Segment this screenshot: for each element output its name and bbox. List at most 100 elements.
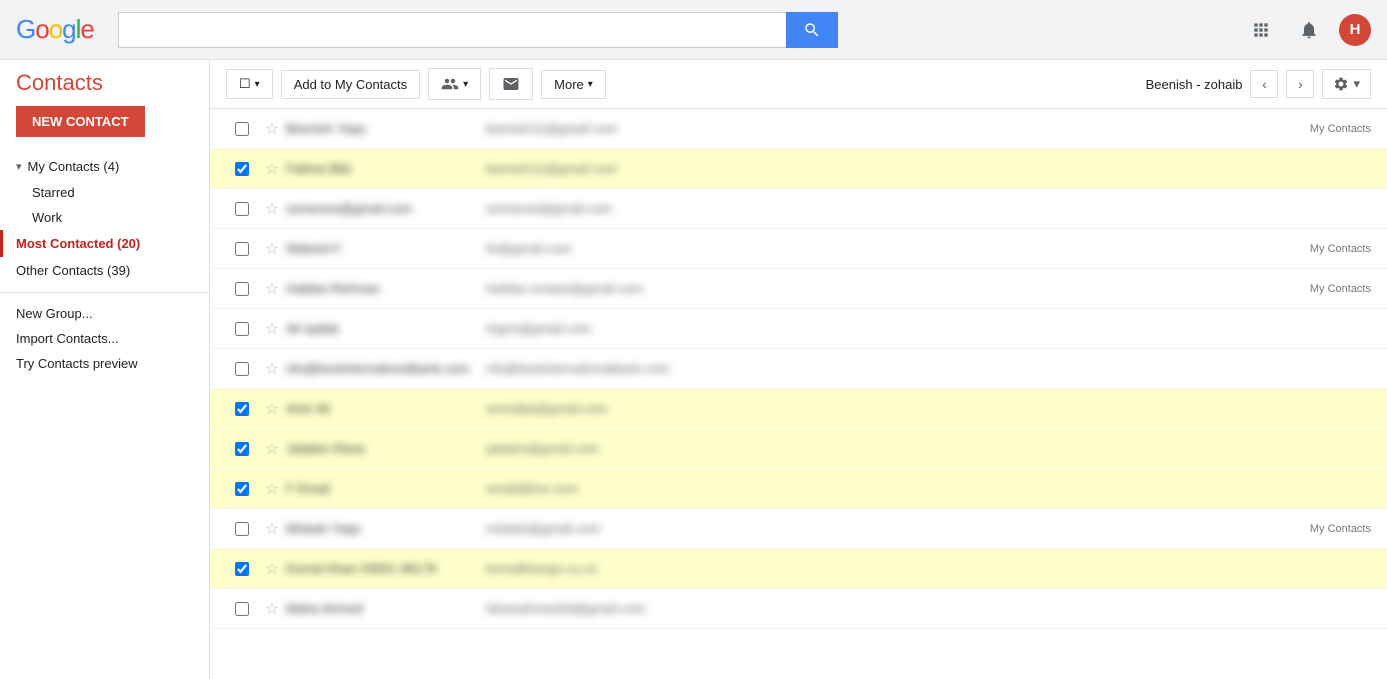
search-input[interactable] — [118, 12, 786, 48]
chevron-down-icon: ▾ — [255, 79, 260, 90]
row-checkbox[interactable] — [235, 482, 249, 496]
sidebar-link-new-group[interactable]: New Group... — [0, 301, 209, 326]
contact-email: jalalein@gmail.com — [486, 441, 1371, 456]
new-contact-button[interactable]: NEW CONTACT — [16, 106, 145, 137]
star-icon[interactable]: ☆ — [258, 559, 286, 579]
sidebar-link-contacts-preview[interactable]: Try Contacts preview — [0, 351, 209, 376]
checkbox-area[interactable] — [226, 322, 258, 336]
table-row: ☆ Habiba Rehman habiba.contact@gmail.com… — [210, 269, 1387, 309]
checkbox-area[interactable] — [226, 602, 258, 616]
contact-name: someone@gmail.com — [286, 201, 486, 216]
row-checkbox[interactable] — [235, 322, 249, 336]
gear-icon — [1333, 76, 1349, 92]
contact-email: beenish11@gmail.com — [486, 121, 1302, 136]
star-icon[interactable]: ☆ — [258, 319, 286, 339]
sidebar-item-label: My Contacts (4) — [28, 159, 120, 174]
contact-name-display: Beenish - zohaib — [1146, 77, 1243, 92]
topbar: Google H — [0, 0, 1387, 60]
contact-email: beenish11@gmail.com — [486, 161, 1371, 176]
sidebar-item-starred[interactable]: Starred — [0, 180, 209, 205]
table-row: ☆ Fatima Bibi beenish11@gmail.com — [210, 149, 1387, 189]
row-checkbox[interactable] — [235, 442, 249, 456]
row-checkbox[interactable] — [235, 602, 249, 616]
expand-arrow-icon: ▾ — [16, 160, 22, 173]
contact-name: Maha Ahmed — [286, 601, 486, 616]
contact-email: fahanahmed29@gmail.com — [486, 601, 1371, 616]
star-icon[interactable]: ☆ — [258, 519, 286, 539]
select-all-button[interactable]: ☐ ▾ — [226, 69, 273, 99]
checkbox-area[interactable] — [226, 402, 258, 416]
sidebar-item-other-contacts[interactable]: Other Contacts (39) — [0, 257, 209, 284]
contact-email: komalkhangn.cu.nz — [486, 561, 1371, 576]
row-checkbox[interactable] — [235, 202, 249, 216]
contact-name: Habiba Rehman — [286, 281, 486, 296]
star-icon[interactable]: ☆ — [258, 399, 286, 419]
checkbox-area[interactable] — [226, 442, 258, 456]
checkbox-area[interactable] — [226, 162, 258, 176]
contact-name: Misbah Yaqo — [286, 521, 486, 536]
row-checkbox[interactable] — [235, 562, 249, 576]
next-contact-button[interactable]: › — [1286, 70, 1314, 98]
checkbox-area[interactable] — [226, 522, 258, 536]
contact-email: habiba.contact@gmail.com — [486, 281, 1302, 296]
checkbox-area[interactable] — [226, 202, 258, 216]
sidebar-item-most-contacted[interactable]: Most Contacted (20) — [0, 230, 209, 257]
apps-button[interactable] — [1243, 12, 1279, 48]
contact-tag: My Contacts — [1310, 243, 1371, 255]
contact-email: email@live.com — [486, 481, 1371, 496]
prev-contact-button[interactable]: ‹ — [1250, 70, 1278, 98]
row-checkbox[interactable] — [235, 402, 249, 416]
row-checkbox[interactable] — [235, 162, 249, 176]
contact-name: F Email — [286, 481, 486, 496]
checkbox-area[interactable] — [226, 562, 258, 576]
avatar[interactable]: H — [1339, 14, 1371, 46]
row-checkbox[interactable] — [235, 242, 249, 256]
star-icon[interactable]: ☆ — [258, 159, 286, 179]
star-icon[interactable]: ☆ — [258, 359, 286, 379]
more-button[interactable]: More ▾ — [541, 70, 606, 99]
more-label: More — [554, 77, 584, 92]
search-area — [118, 12, 838, 48]
email-button[interactable] — [489, 68, 533, 100]
row-checkbox[interactable] — [235, 362, 249, 376]
table-row: ☆ Misbah Yaqo misbah@gmail.com My Contac… — [210, 509, 1387, 549]
sidebar-nav: ▾ My Contacts (4) Starred Work Most Cont… — [0, 153, 209, 284]
notifications-button[interactable] — [1291, 12, 1327, 48]
checkbox-area[interactable] — [226, 122, 258, 136]
table-row: ☆ Waleed F fw@gmail.com My Contacts — [210, 229, 1387, 269]
checkbox-area[interactable] — [226, 482, 258, 496]
star-icon[interactable]: ☆ — [258, 279, 286, 299]
row-checkbox[interactable] — [235, 122, 249, 136]
contact-name: Komal Khan 03001 98178 — [286, 561, 486, 576]
sidebar-item-work[interactable]: Work — [0, 205, 209, 230]
contact-email: amiralipt@gmail.com — [486, 401, 1371, 416]
row-checkbox[interactable] — [235, 282, 249, 296]
contact-name: Fatima Bibi — [286, 161, 486, 176]
checkbox-area[interactable] — [226, 362, 258, 376]
sidebar-item-my-contacts[interactable]: ▾ My Contacts (4) — [0, 153, 209, 180]
star-icon[interactable]: ☆ — [258, 119, 286, 139]
group-chevron-icon: ▾ — [463, 79, 468, 90]
contact-name: nfo@bestinternationalbank.com — [286, 361, 486, 376]
row-checkbox[interactable] — [235, 522, 249, 536]
star-icon[interactable]: ☆ — [258, 199, 286, 219]
table-row: ☆ nfo@bestinternationalbank.com nfo@best… — [210, 349, 1387, 389]
star-icon[interactable]: ☆ — [258, 599, 286, 619]
group-button[interactable]: ▾ — [428, 68, 481, 100]
settings-button[interactable]: ▾ — [1322, 69, 1371, 99]
add-contacts-button[interactable]: Add to My Contacts — [281, 70, 420, 99]
contact-tag: My Contacts — [1310, 283, 1371, 295]
sidebar-title: Contacts — [0, 72, 209, 94]
search-button[interactable] — [786, 12, 838, 48]
contact-email: trigon@gmail.com — [486, 321, 1371, 336]
table-row: ☆ Ali Iqallat trigon@gmail.com — [210, 309, 1387, 349]
table-row: ☆ Beenish Yaqo beenish11@gmail.com My Co… — [210, 109, 1387, 149]
more-chevron-icon: ▾ — [588, 79, 593, 90]
sidebar-link-import-contacts[interactable]: Import Contacts... — [0, 326, 209, 351]
checkbox-area[interactable] — [226, 242, 258, 256]
star-icon[interactable]: ☆ — [258, 439, 286, 459]
topbar-right: H — [1243, 12, 1371, 48]
checkbox-area[interactable] — [226, 282, 258, 296]
star-icon[interactable]: ☆ — [258, 239, 286, 259]
star-icon[interactable]: ☆ — [258, 479, 286, 499]
